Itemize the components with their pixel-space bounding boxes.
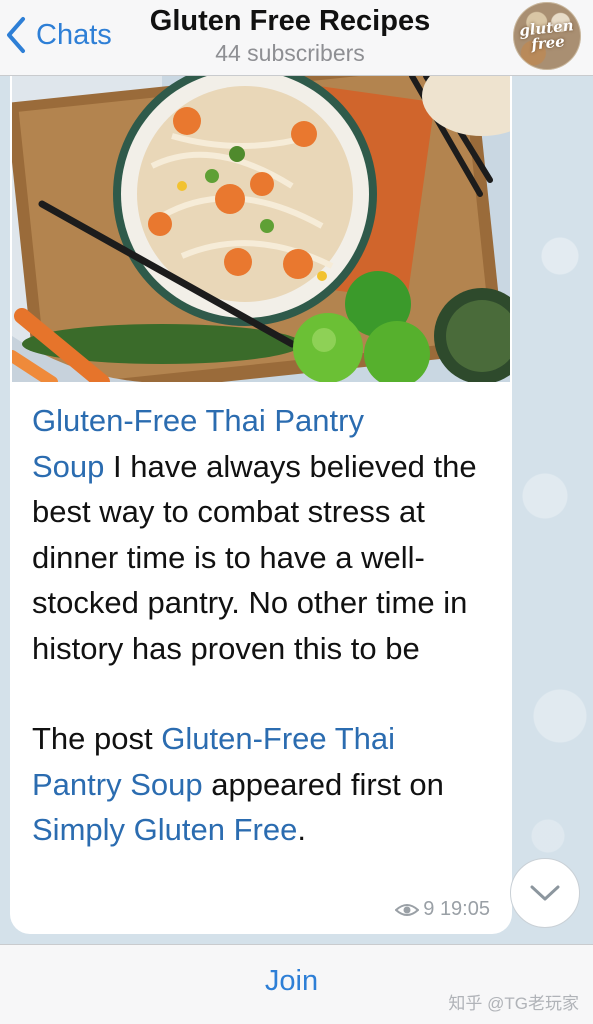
avatar-logo-text: gluten free (518, 16, 575, 54)
watermark: 知乎 @TG老玩家 (448, 994, 579, 1013)
channel-title: Gluten Free Recipes (149, 5, 431, 37)
post-link[interactable]: Pantry Soup (32, 767, 203, 802)
site-link[interactable]: Simply Gluten Free (32, 812, 297, 847)
eye-icon (395, 903, 420, 916)
channel-avatar[interactable]: gluten free (513, 2, 581, 70)
chat-header: Chats Gluten Free Recipes 44 subscribers… (0, 0, 593, 76)
channel-info[interactable]: Gluten Free Recipes 44 subscribers (135, 2, 445, 66)
post-title-link[interactable]: Soup (32, 449, 104, 484)
chevron-left-icon (7, 17, 25, 53)
post-footer: The post Gluten-Free Thai Pantry Soup app… (32, 721, 444, 847)
message-bubble: Gluten-Free Thai Pantry Soup I have alway… (10, 76, 512, 934)
bottom-bar: Join 知乎 @TG老玩家 (0, 944, 593, 1024)
back-label: Chats (36, 18, 112, 51)
subscriber-count: 44 subscribers (215, 40, 365, 66)
message-time: 19:05 (439, 898, 490, 920)
message-paragraph: Gluten-Free Thai Pantry Soup I have alway… (32, 398, 502, 671)
chevron-down-icon (530, 885, 560, 901)
back-button[interactable]: Chats (4, 12, 112, 58)
post-title-link[interactable]: Gluten-Free Thai Pantry (32, 403, 364, 438)
post-link[interactable]: Gluten-Free Thai (161, 721, 395, 756)
message-text: Gluten-Free Thai Pantry Soup I have alway… (32, 398, 502, 853)
view-count: 9 (423, 898, 435, 920)
scroll-down-button[interactable] (510, 858, 580, 928)
soup-photo[interactable] (12, 76, 510, 382)
message-meta: 9 19:05 (395, 898, 490, 921)
